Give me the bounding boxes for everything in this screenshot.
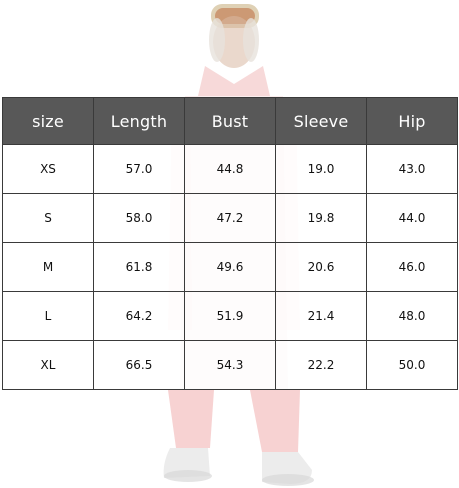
left-leg: [168, 390, 214, 448]
cell-sleeve: 19.0: [275, 144, 367, 194]
cell-size: L: [2, 291, 94, 341]
column-header-size: size: [2, 97, 94, 145]
cell-size: XL: [2, 340, 94, 390]
cell-size: S: [2, 193, 94, 243]
cell-length: 64.2: [93, 291, 185, 341]
cell-hip: 48.0: [366, 291, 458, 341]
size-chart-body: XS 57.0 44.8 19.0 43.0 S 58.0 47.2 19.8 …: [2, 144, 458, 390]
cell-sleeve: 21.4: [275, 291, 367, 341]
cell-size: XS: [2, 144, 94, 194]
cell-length: 58.0: [93, 193, 185, 243]
column-header-sleeve: Sleeve: [275, 97, 367, 145]
cell-size: M: [2, 242, 94, 292]
size-chart-header: size Length Bust Sleeve Hip: [2, 97, 458, 145]
cell-hip: 50.0: [366, 340, 458, 390]
cell-length: 57.0: [93, 144, 185, 194]
cell-hip: 43.0: [366, 144, 458, 194]
table-row: L 64.2 51.9 21.4 48.0: [2, 291, 458, 341]
cell-hip: 44.0: [366, 193, 458, 243]
table-row: M 61.8 49.6 20.6 46.0: [2, 242, 458, 292]
cell-length: 61.8: [93, 242, 185, 292]
cell-hip: 46.0: [366, 242, 458, 292]
cell-bust: 47.2: [184, 193, 276, 243]
cell-sleeve: 20.6: [275, 242, 367, 292]
table-row: S 58.0 47.2 19.8 44.0: [2, 193, 458, 243]
column-header-hip: Hip: [366, 97, 458, 145]
cell-bust: 44.8: [184, 144, 276, 194]
column-header-length: Length: [93, 97, 185, 145]
cell-length: 66.5: [93, 340, 185, 390]
header-row: size Length Bust Sleeve Hip: [2, 97, 458, 145]
cell-sleeve: 22.2: [275, 340, 367, 390]
column-header-bust: Bust: [184, 97, 276, 145]
table-row: XS 57.0 44.8 19.0 43.0: [2, 144, 458, 194]
right-leg: [250, 390, 300, 452]
cell-bust: 49.6: [184, 242, 276, 292]
cell-sleeve: 19.8: [275, 193, 367, 243]
cell-bust: 51.9: [184, 291, 276, 341]
size-chart-table: size Length Bust Sleeve Hip XS 57.0 44.8…: [2, 97, 458, 390]
table-row: XL 66.5 54.3 22.2 50.0: [2, 340, 458, 390]
cell-bust: 54.3: [184, 340, 276, 390]
